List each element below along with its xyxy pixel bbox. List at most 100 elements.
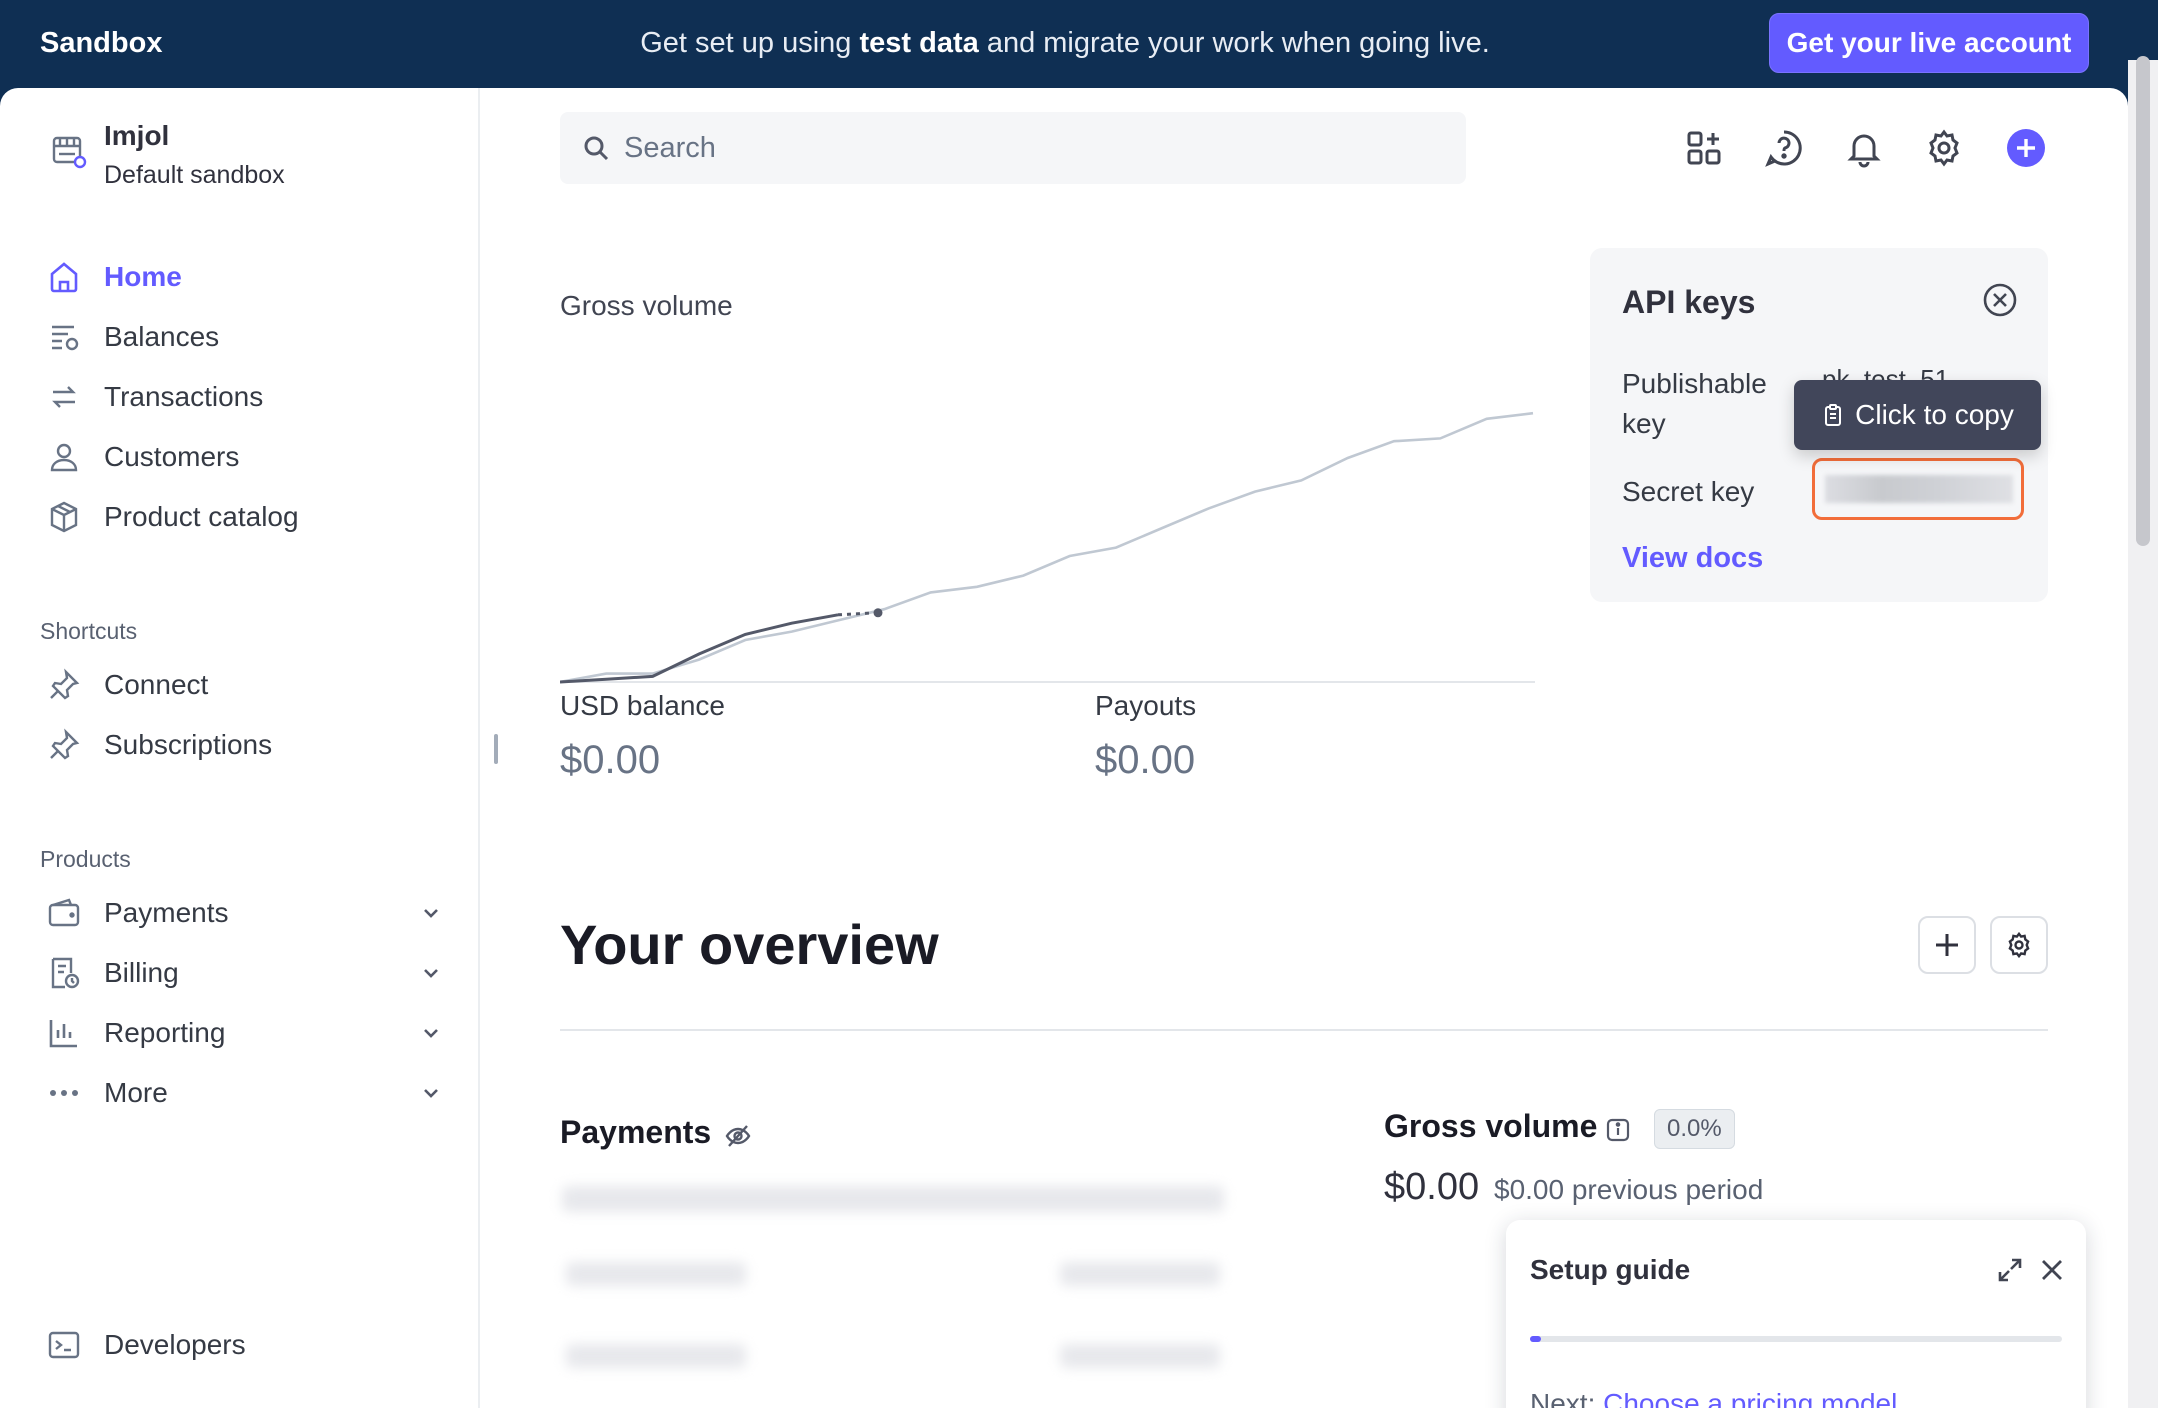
balances-icon: [44, 317, 84, 357]
sidebar-item-connect[interactable]: Connect: [44, 660, 444, 710]
gross-volume-chart: [560, 411, 1535, 684]
blurred-row-value: [1060, 1262, 1220, 1286]
gear-icon: [2008, 931, 2030, 959]
box-icon: [44, 497, 84, 537]
banner-message: Get set up using test data and migrate y…: [560, 27, 1570, 60]
customer-icon: [44, 437, 84, 477]
blurred-row-label: [566, 1344, 746, 1368]
products-heading: Products: [40, 846, 131, 872]
overview-settings-button[interactable]: [1990, 916, 2048, 974]
sidebar-item-customers[interactable]: Customers: [44, 432, 444, 482]
sidebar-item-label: Home: [104, 261, 182, 292]
sidebar: Imjol Default sandbox Home Balances Tran…: [0, 88, 480, 1408]
sidebar-item-reporting[interactable]: Reporting: [44, 1008, 444, 1058]
chevron-down-icon[interactable]: [418, 1080, 444, 1106]
pin-icon: [44, 665, 84, 705]
shortcuts-heading: Shortcuts: [40, 618, 138, 644]
close-icon[interactable]: [2038, 1256, 2066, 1284]
chevron-down-icon[interactable]: [418, 960, 444, 986]
info-icon[interactable]: [1604, 1116, 1632, 1144]
overview-title: Your overview: [560, 913, 939, 976]
chart-current-point: [873, 608, 883, 618]
chart-series-previous: [560, 411, 1534, 684]
sidebar-item-payments[interactable]: Payments: [44, 888, 444, 938]
dashboard-window: Imjol Default sandbox Home Balances Tran…: [0, 88, 2128, 1408]
sidebar-item-label: More: [104, 1077, 168, 1108]
sandbox-name: Default sandbox: [104, 161, 285, 189]
sidebar-item-label: Customers: [104, 441, 240, 472]
more-icon: [44, 1073, 84, 1113]
gear-icon[interactable]: [1924, 128, 1964, 168]
sidebar-item-balances[interactable]: Balances: [44, 312, 444, 362]
chevron-down-icon[interactable]: [418, 900, 444, 926]
sidebar-item-more[interactable]: More: [44, 1068, 444, 1118]
help-icon[interactable]: [1764, 128, 1804, 168]
search-bar[interactable]: Search: [560, 112, 1466, 184]
sidebar-item-developers[interactable]: Developers: [44, 1320, 444, 1370]
setup-progress-bar: [1530, 1336, 2062, 1342]
api-keys-title: API keys: [1622, 284, 1756, 320]
sandbox-banner: Sandbox Get set up using test data and m…: [0, 0, 2158, 88]
gross-volume-widget-title: Gross volume: [1384, 1108, 1598, 1144]
search-icon: [584, 136, 609, 161]
clipboard-icon: [1825, 404, 1842, 426]
apps-icon[interactable]: [1684, 128, 1724, 168]
setup-next-step: Next: Choose a pricing model: [1530, 1388, 1897, 1408]
sidebar-item-home[interactable]: Home: [44, 252, 444, 302]
sidebar-item-label: Product catalog: [104, 501, 299, 532]
banner-message-suffix: and migrate your work when going live.: [978, 27, 1490, 59]
sidebar-item-label: Billing: [104, 957, 179, 988]
close-icon[interactable]: [1982, 282, 2018, 318]
sidebar-item-billing[interactable]: Billing: [44, 948, 444, 998]
home-icon: [44, 257, 84, 297]
payments-widget-title: Payments: [560, 1114, 712, 1150]
payouts-label: Payouts: [1095, 690, 1197, 721]
account-name: Imjol: [104, 120, 170, 151]
banner-message-prefix: Get set up using: [640, 27, 860, 59]
secret-key-value[interactable]: [1812, 458, 2024, 520]
get-live-account-button[interactable]: Get your live account: [1769, 13, 2089, 73]
copy-tooltip: Click to copy: [1794, 380, 2041, 450]
payouts-value: $0.00: [1095, 738, 1196, 782]
gross-volume-previous: $0.00 previous period: [1494, 1174, 1764, 1205]
plus-circle-icon[interactable]: [2006, 128, 2046, 168]
view-docs-link[interactable]: View docs: [1622, 542, 1763, 575]
blurred-row-label: [566, 1262, 746, 1286]
sidebar-item-label: Developers: [104, 1329, 246, 1360]
setup-guide-title: Setup guide: [1530, 1254, 1691, 1285]
plus-icon: [1936, 934, 1958, 956]
chevron-down-icon[interactable]: [418, 1020, 444, 1046]
search-input[interactable]: Search: [624, 132, 716, 165]
chart-series-current: [560, 613, 839, 684]
expand-icon[interactable]: [1996, 1256, 2024, 1284]
store-icon: [52, 136, 87, 169]
overview-divider: [560, 1029, 2048, 1031]
tooltip-text: Click to copy: [1855, 399, 2014, 430]
billing-icon: [44, 953, 84, 993]
sidebar-item-transactions[interactable]: Transactions: [44, 372, 444, 422]
add-widget-button[interactable]: [1918, 916, 1976, 974]
sidebar-item-label: Payments: [104, 897, 229, 928]
sidebar-item-label: Connect: [104, 669, 209, 700]
gross-volume-value: $0.00: [1384, 1166, 1480, 1208]
eye-off-icon[interactable]: [724, 1122, 752, 1150]
setup-progress-fill: [1530, 1336, 1541, 1342]
setup-guide-panel: Setup guide Next: Choose a pricing model: [1506, 1220, 2086, 1408]
pin-icon: [44, 725, 84, 765]
gross-volume-title: Gross volume: [560, 290, 733, 321]
sidebar-item-subscriptions[interactable]: Subscriptions: [44, 720, 444, 770]
sandbox-label: Sandbox: [40, 27, 163, 59]
secret-key-label: Secret key: [1622, 476, 1755, 507]
scrollbar-thumb[interactable]: [2136, 56, 2150, 546]
sidebar-item-product-catalog[interactable]: Product catalog: [44, 492, 444, 542]
redacted-key: [1825, 475, 2013, 503]
sidebar-item-label: Reporting: [104, 1017, 226, 1048]
transactions-icon: [44, 377, 84, 417]
sidebar-resize-handle[interactable]: [494, 734, 498, 764]
banner-message-bold: test data: [859, 27, 979, 59]
top-header: Search: [560, 112, 2050, 192]
bell-icon[interactable]: [1844, 128, 1884, 168]
sidebar-item-label: Subscriptions: [104, 729, 273, 760]
blurred-chart-placeholder: [562, 1186, 1224, 1212]
choose-pricing-model-link[interactable]: Choose a pricing model: [1603, 1388, 1897, 1408]
